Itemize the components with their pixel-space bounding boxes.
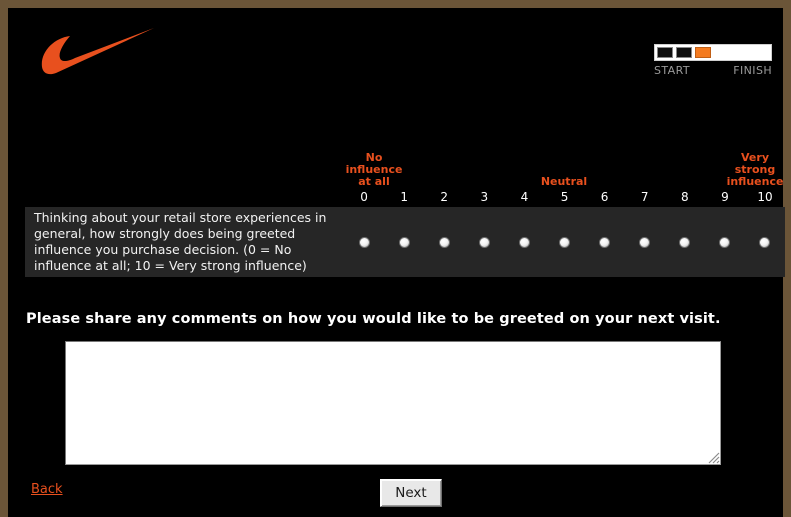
rating-cell-6[interactable] — [585, 236, 625, 248]
rating-radio-0[interactable] — [358, 236, 370, 248]
scale-anchor-low: No influence at all — [344, 152, 404, 188]
scale-number-4: 4 — [520, 190, 529, 204]
rating-radio-3[interactable] — [478, 236, 490, 248]
rating-cell-3[interactable] — [464, 236, 504, 248]
scale-number-2: 2 — [440, 190, 449, 204]
question-text: Thinking about your retail store experie… — [34, 210, 327, 273]
rating-cell-9[interactable] — [705, 236, 745, 248]
rating-cell-8[interactable] — [665, 236, 705, 248]
rating-radio-9[interactable] — [719, 236, 731, 248]
survey-page: START FINISH No influence at all Neutral… — [0, 0, 791, 517]
rating-radio-6[interactable] — [599, 236, 611, 248]
back-link[interactable]: Back — [31, 482, 63, 497]
nike-swoosh-icon — [30, 22, 160, 78]
progress-indicator: START FINISH — [654, 44, 772, 77]
comment-prompt-label: Please share any comments on how you wou… — [26, 311, 721, 327]
progress-segment-done — [657, 47, 673, 58]
scale-anchor-high: Very strong influence — [725, 152, 785, 188]
rating-cell-7[interactable] — [625, 236, 665, 248]
rating-cell-5[interactable] — [544, 236, 584, 248]
rating-radio-8[interactable] — [679, 236, 691, 248]
scale-number-6: 6 — [600, 190, 609, 204]
question-row: Thinking about your retail store experie… — [25, 207, 785, 277]
scale-anchor-low-line-3: at all — [358, 175, 390, 188]
progress-finish-label: FINISH — [733, 64, 772, 77]
scale-number-10: 10 — [757, 190, 773, 204]
progress-segment-current — [695, 47, 711, 58]
rating-radio-1[interactable] — [398, 236, 410, 248]
scale-number-1: 1 — [400, 190, 408, 204]
scale-anchor-mid: Neutral — [540, 175, 588, 188]
scale-number-5: 5 — [560, 190, 569, 204]
scale-number-8: 8 — [680, 190, 689, 204]
scale-number-7: 7 — [640, 190, 649, 204]
rating-radio-2[interactable] — [438, 236, 450, 248]
rating-radio-10[interactable] — [759, 236, 771, 248]
scale-number-9: 9 — [721, 190, 729, 204]
rating-cell-10[interactable] — [745, 236, 785, 248]
rating-radio-group — [344, 207, 785, 277]
scale-anchor-high-line-3: influence — [726, 175, 784, 188]
next-button[interactable]: Next — [380, 479, 442, 507]
progress-labels: START FINISH — [654, 64, 772, 77]
rating-cell-2[interactable] — [424, 236, 464, 248]
rating-radio-5[interactable] — [559, 236, 571, 248]
scale-number-3: 3 — [480, 190, 489, 204]
progress-start-label: START — [654, 64, 690, 77]
rating-radio-7[interactable] — [639, 236, 651, 248]
progress-segment-done — [676, 47, 692, 58]
progress-bar — [654, 44, 772, 61]
scale-number-row: 0 1 2 3 4 5 6 7 8 9 10 — [344, 190, 785, 204]
rating-radio-4[interactable] — [518, 236, 530, 248]
scale-header: No influence at all Neutral Very strong … — [344, 150, 785, 206]
rating-cell-4[interactable] — [504, 236, 544, 248]
rating-cell-0[interactable] — [344, 236, 384, 248]
survey-canvas: START FINISH No influence at all Neutral… — [8, 8, 785, 517]
rating-cell-1[interactable] — [384, 236, 424, 248]
scale-number-0: 0 — [360, 190, 368, 204]
comment-textarea[interactable] — [65, 341, 721, 465]
